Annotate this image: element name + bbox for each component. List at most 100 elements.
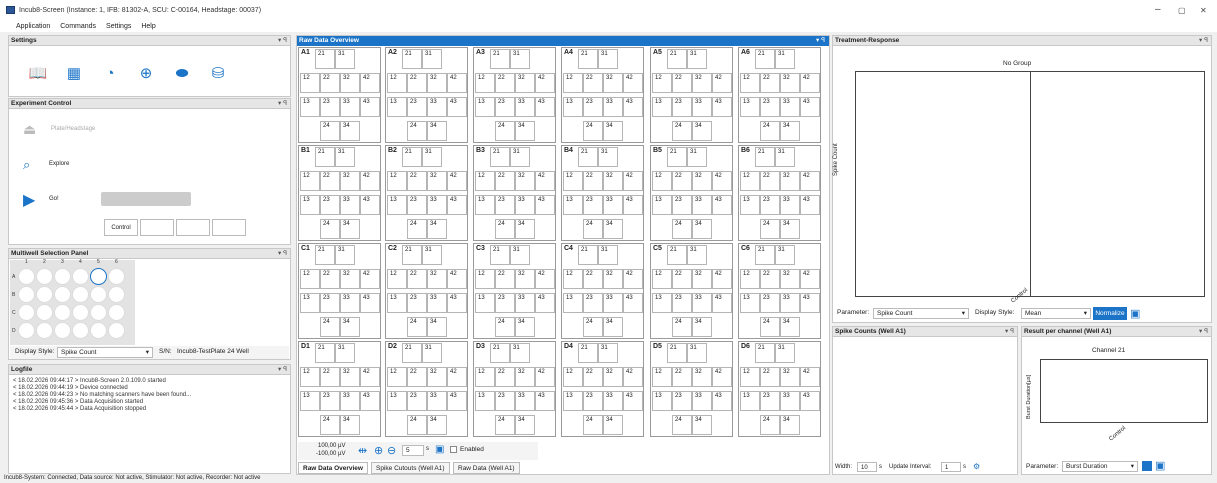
save-icon[interactable]: ▣ xyxy=(1155,459,1165,472)
channel-box[interactable]: 21 xyxy=(402,147,422,167)
zoom-icon[interactable]: ⊕ xyxy=(137,64,155,82)
channel-box[interactable]: 22 xyxy=(320,367,340,387)
plate-well[interactable] xyxy=(36,304,53,321)
channel-box[interactable]: 31 xyxy=(687,147,707,167)
channel-box[interactable]: 13 xyxy=(740,391,760,411)
channel-box[interactable]: 13 xyxy=(652,391,672,411)
plate-well[interactable] xyxy=(36,322,53,339)
channel-box[interactable]: 23 xyxy=(583,391,603,411)
channel-box[interactable]: 12 xyxy=(652,171,672,191)
channel-box[interactable]: 22 xyxy=(407,367,427,387)
channel-box[interactable]: 33 xyxy=(692,195,712,215)
channel-box[interactable]: 33 xyxy=(340,97,360,117)
channel-box[interactable]: 22 xyxy=(320,73,340,93)
channel-box[interactable]: 23 xyxy=(583,97,603,117)
channel-box[interactable]: 21 xyxy=(755,245,775,265)
channel-box[interactable]: 23 xyxy=(495,391,515,411)
time-input[interactable]: 5 xyxy=(402,445,424,456)
channel-box[interactable]: 21 xyxy=(667,343,687,363)
channel-box[interactable]: 42 xyxy=(712,269,732,289)
channel-box[interactable]: 24 xyxy=(320,317,340,337)
channel-box[interactable]: 24 xyxy=(320,415,340,435)
zoom-in-icon[interactable]: ⊕ xyxy=(374,444,383,457)
channel-box[interactable]: 13 xyxy=(300,293,320,313)
channel-box[interactable]: 24 xyxy=(672,415,692,435)
channel-box[interactable]: 12 xyxy=(300,73,320,93)
channel-box[interactable]: 33 xyxy=(515,293,535,313)
channel-box[interactable]: 42 xyxy=(712,367,732,387)
channel-box[interactable]: 24 xyxy=(583,415,603,435)
channel-box[interactable]: 42 xyxy=(360,269,380,289)
channel-box[interactable]: 42 xyxy=(800,269,820,289)
channel-box[interactable]: 43 xyxy=(360,391,380,411)
channel-box[interactable]: 42 xyxy=(800,73,820,93)
channel-box[interactable]: 34 xyxy=(515,219,535,239)
channel-box[interactable]: 34 xyxy=(515,317,535,337)
eraser-icon[interactable]: ⬬ xyxy=(173,64,191,82)
plate-well[interactable] xyxy=(36,286,53,303)
channel-box[interactable]: 13 xyxy=(740,97,760,117)
param-select[interactable]: Spike Count ▾ xyxy=(873,308,969,319)
tab-raw-data-overview[interactable]: Raw Data Overview xyxy=(298,462,368,474)
channel-box[interactable]: 43 xyxy=(447,97,467,117)
channel-box[interactable]: 31 xyxy=(598,49,618,69)
channel-box[interactable]: 33 xyxy=(780,391,800,411)
channel-box[interactable]: 23 xyxy=(407,195,427,215)
channel-box[interactable]: 32 xyxy=(515,73,535,93)
well-cell[interactable]: B1 21 31 12 22 32 42 13 23 33 43 24 34 xyxy=(298,145,381,241)
channel-box[interactable]: 31 xyxy=(687,343,707,363)
channel-box[interactable]: 42 xyxy=(360,367,380,387)
control-slot-3[interactable] xyxy=(176,219,210,236)
channel-box[interactable]: 32 xyxy=(427,367,447,387)
channel-box[interactable]: 34 xyxy=(780,317,800,337)
channel-box[interactable]: 13 xyxy=(740,293,760,313)
channel-box[interactable]: 42 xyxy=(447,367,467,387)
channel-box[interactable]: 12 xyxy=(300,269,320,289)
channel-box[interactable]: 23 xyxy=(672,97,692,117)
channel-box[interactable]: 32 xyxy=(340,73,360,93)
channel-box[interactable]: 22 xyxy=(672,269,692,289)
channel-box[interactable]: 21 xyxy=(315,49,335,69)
channel-box[interactable]: 34 xyxy=(340,121,360,141)
channel-box[interactable]: 12 xyxy=(563,73,583,93)
channel-box[interactable]: 21 xyxy=(755,49,775,69)
channel-box[interactable]: 32 xyxy=(603,73,623,93)
channel-box[interactable]: 33 xyxy=(340,293,360,313)
channel-box[interactable]: 42 xyxy=(535,73,555,93)
channel-box[interactable]: 21 xyxy=(578,49,598,69)
well-cell[interactable]: B5 21 31 12 22 32 42 13 23 33 43 24 34 xyxy=(650,145,733,241)
channel-box[interactable]: 12 xyxy=(652,367,672,387)
well-cell[interactable]: C2 21 31 12 22 32 42 13 23 33 43 24 34 xyxy=(385,243,468,339)
channel-box[interactable]: 24 xyxy=(407,415,427,435)
well-cell[interactable]: B2 21 31 12 22 32 42 13 23 33 43 24 34 xyxy=(385,145,468,241)
channel-box[interactable]: 23 xyxy=(320,293,340,313)
channel-box[interactable]: 31 xyxy=(422,245,442,265)
channel-box[interactable]: 22 xyxy=(495,367,515,387)
channel-box[interactable]: 33 xyxy=(427,293,447,313)
channel-box[interactable]: 31 xyxy=(335,49,355,69)
menu-settings[interactable]: Settings xyxy=(106,23,131,30)
channel-box[interactable]: 13 xyxy=(652,195,672,215)
channel-box[interactable]: 24 xyxy=(672,121,692,141)
channel-box[interactable]: 22 xyxy=(672,73,692,93)
well-cell[interactable]: D5 21 31 12 22 32 42 13 23 33 43 24 34 xyxy=(650,341,733,437)
channel-box[interactable]: 33 xyxy=(780,97,800,117)
channel-box[interactable]: 21 xyxy=(667,49,687,69)
menu-application[interactable]: Application xyxy=(16,23,50,30)
normalize-button[interactable]: Normalize xyxy=(1093,307,1127,320)
channel-box[interactable]: 13 xyxy=(475,293,495,313)
channel-box[interactable]: 24 xyxy=(672,317,692,337)
channel-box[interactable]: 31 xyxy=(775,245,795,265)
channel-box[interactable]: 21 xyxy=(578,245,598,265)
channel-box[interactable]: 34 xyxy=(780,219,800,239)
channel-box[interactable]: 13 xyxy=(652,97,672,117)
result-param-select[interactable]: Burst Duration ▾ xyxy=(1062,461,1138,472)
channel-box[interactable]: 31 xyxy=(510,245,530,265)
channel-box[interactable]: 13 xyxy=(563,391,583,411)
channel-box[interactable]: 34 xyxy=(692,415,712,435)
channel-box[interactable]: 42 xyxy=(712,171,732,191)
channel-box[interactable]: 43 xyxy=(535,195,555,215)
display-style-select[interactable]: Spike Count ▾ xyxy=(57,347,153,358)
channel-box[interactable]: 24 xyxy=(760,317,780,337)
go-label[interactable]: Go! xyxy=(49,196,59,202)
